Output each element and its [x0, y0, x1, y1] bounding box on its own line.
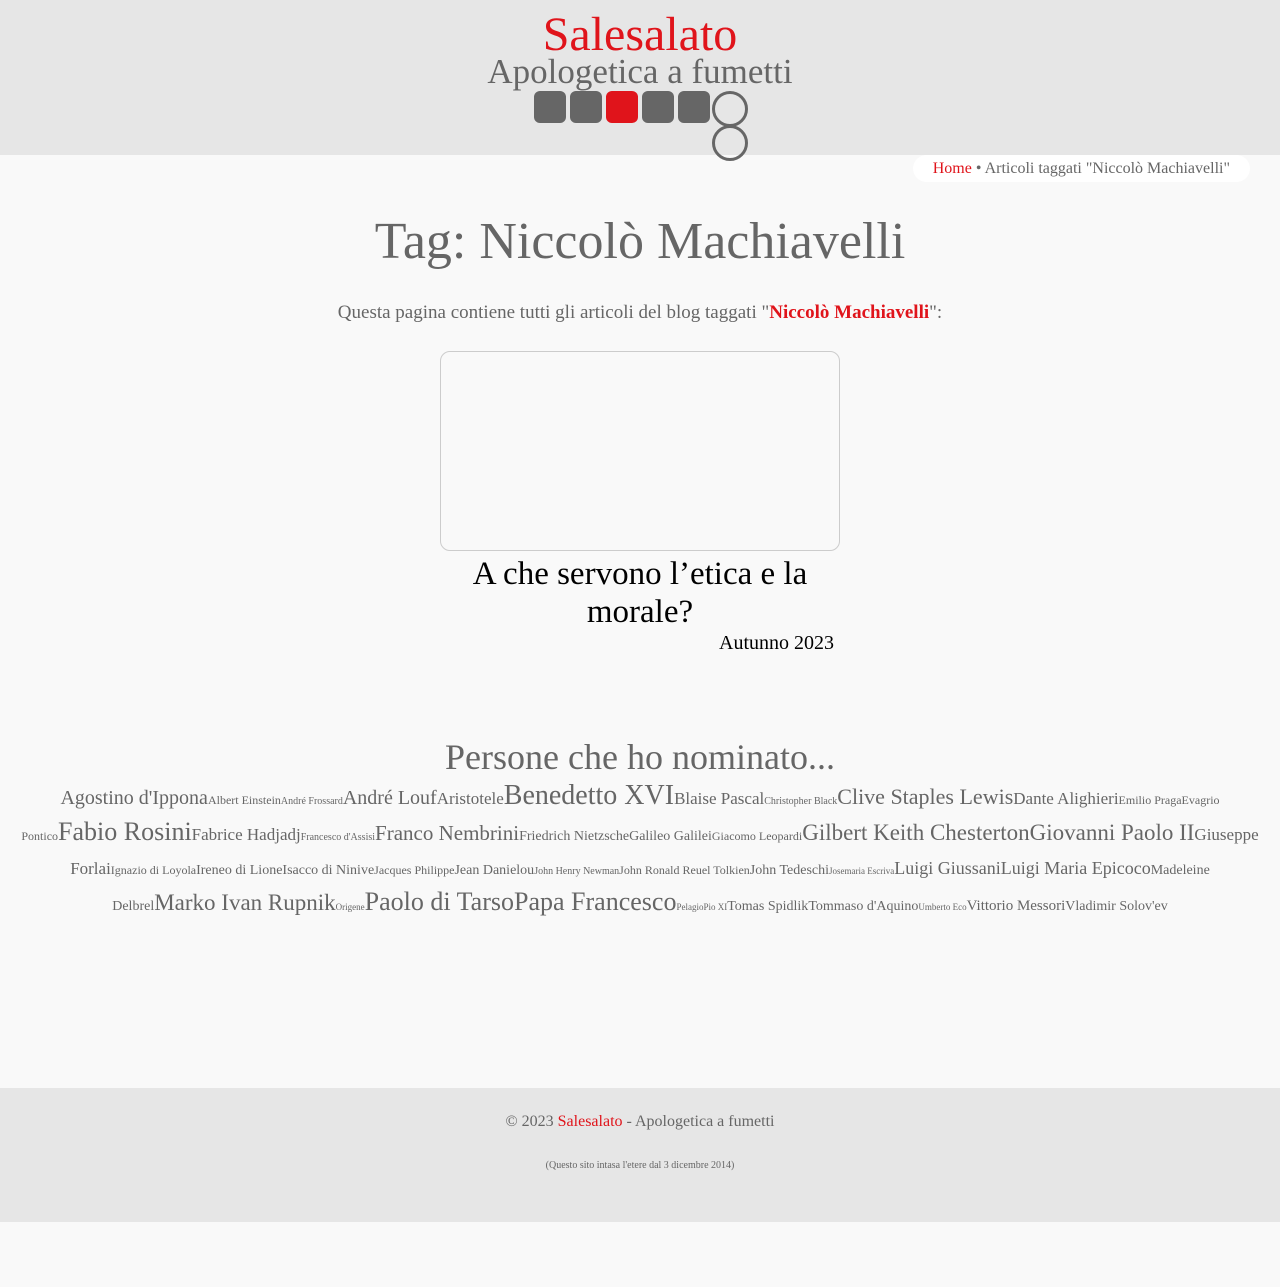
intro-text-before: Questa pagina contiene tutti gli articol…	[337, 302, 770, 323]
tag-cloud-link[interactable]: Benedetto XVI	[504, 780, 674, 811]
tag-cloud-link[interactable]: Emilio Praga	[1119, 793, 1182, 807]
tag-cloud-link[interactable]: Pio XI	[703, 902, 727, 912]
tag-cloud-link[interactable]: Dante Alighieri	[1013, 789, 1118, 808]
copyright-line: © 2023 Salesalato - Apologetica a fumett…	[0, 1112, 1280, 1132]
tag-cloud-link[interactable]: Jacques Philippe	[374, 863, 454, 877]
tag-cloud-link[interactable]: John Tedeschi	[750, 863, 829, 878]
tag-cloud-title: Persone che ho nominato...	[445, 737, 835, 777]
breadcrumb: Home • Articoli taggati "Niccolò Machiav…	[912, 155, 1250, 182]
nav-button-1[interactable]	[534, 91, 566, 123]
site-since-note: (Questo sito intasa l'etere dal 3 dicemb…	[545, 1160, 735, 1171]
tag-cloud-link[interactable]: André Louf	[343, 787, 437, 809]
tag-cloud-link[interactable]: Aristotele	[437, 789, 504, 808]
article-date: Autunno 2023	[719, 632, 834, 654]
breadcrumb-home-link[interactable]: Home	[933, 160, 972, 177]
tag-cloud-link[interactable]: Isacco di Ninive	[282, 863, 374, 878]
tag-cloud-link[interactable]: Ignazio di Loyola	[111, 863, 196, 877]
tag-cloud-link[interactable]: Francesco d'Assisi	[301, 832, 375, 843]
copyright-prefix: © 2023	[505, 1113, 554, 1130]
search-ring-icon[interactable]	[712, 91, 748, 127]
tag-cloud-link[interactable]: Christopher Black	[764, 796, 837, 807]
tag-cloud-link[interactable]: John Henry Newman	[534, 866, 619, 877]
tag-cloud-link[interactable]: Blaise Pascal	[674, 789, 764, 808]
tag-cloud-link[interactable]: Franco Nembrini	[375, 821, 519, 845]
tag-cloud-link[interactable]: Umberto Eco	[918, 902, 966, 912]
tag-cloud-link[interactable]: Jean Danielou	[454, 863, 534, 878]
tag-cloud-link[interactable]: Pelagio	[676, 902, 703, 912]
tag-cloud-link[interactable]: Friedrich Nietzsche	[519, 829, 629, 844]
tag-cloud-link[interactable]: Clive Staples Lewis	[837, 784, 1013, 809]
tag-cloud-link[interactable]: Paolo di Tarso	[365, 887, 514, 916]
tag-cloud-link[interactable]: Luigi Maria Epicoco	[1001, 858, 1151, 878]
tag-intro: Questa pagina contiene tutti gli articol…	[0, 301, 1280, 325]
tag-cloud-link[interactable]: Josemaria Escriva	[829, 866, 894, 876]
tag-cloud-link[interactable]: Fabio Rosini	[58, 817, 192, 846]
nav-button-2[interactable]	[570, 91, 602, 123]
tag-cloud-link[interactable]: Giovanni Paolo II	[1030, 820, 1195, 845]
tag-cloud-link[interactable]: Fabrice Hadjadj	[192, 825, 301, 844]
article-title-link[interactable]: A che servono l’etica e la morale?	[440, 555, 840, 631]
tag-cloud-link[interactable]: Giacomo Leopardi	[712, 829, 802, 843]
site-header: Salesalato Apologetica a fumetti	[0, 0, 1280, 161]
footer-site-link[interactable]: Salesalato	[558, 1113, 623, 1130]
tag-cloud-link[interactable]: Tommaso d'Aquino	[808, 899, 918, 914]
tag-cloud-link[interactable]: Albert Einstein	[208, 793, 281, 807]
nav-button-5[interactable]	[678, 91, 710, 123]
tag-cloud-link[interactable]: Ireneo di Lione	[196, 863, 282, 878]
tag-cloud-link[interactable]: Luigi Giussani	[894, 858, 1001, 878]
tag-cloud-link[interactable]: Vladimir Solov'ev	[1065, 899, 1167, 914]
tag-cloud-link[interactable]: Papa Francesco	[514, 887, 676, 916]
menu-ring-icon[interactable]	[712, 125, 748, 161]
intro-tag-name: Niccolò Machiavelli	[769, 302, 930, 323]
tag-cloud-link[interactable]: Tomas Spidlik	[727, 899, 808, 914]
page-title: Tag: Niccolò Machiavelli	[374, 213, 906, 270]
tag-cloud-link[interactable]: Gilbert Keith Chesterton	[802, 820, 1029, 845]
intro-text-after: ":	[929, 302, 943, 323]
site-subtitle: Apologetica a fumetti	[487, 52, 793, 91]
nav-button-3-active[interactable]	[606, 91, 638, 123]
tag-cloud-link[interactable]: Marko Ivan Rupnik	[154, 890, 335, 915]
tag-cloud-link[interactable]: Vittorio Messori	[967, 898, 1066, 914]
tag-cloud-link[interactable]: Agostino d'Ippona	[60, 787, 207, 809]
tag-cloud: Agostino d'IpponaAlbert EinsteinAndré Fr…	[18, 781, 1262, 922]
tag-cloud-link[interactable]: Galileo Galilei	[629, 829, 712, 844]
tag-cloud-link[interactable]: Origene	[336, 902, 365, 912]
tag-cloud-link[interactable]: John Ronald Reuel Tolkien	[619, 863, 750, 877]
tag-cloud-link[interactable]: André Frossard	[281, 796, 343, 807]
nav-button-4[interactable]	[642, 91, 674, 123]
article-thumbnail[interactable]	[440, 351, 840, 551]
breadcrumb-separator: •	[975, 160, 982, 177]
site-footer: © 2023 Salesalato - Apologetica a fumett…	[0, 1088, 1280, 1222]
breadcrumb-current: Articoli taggati "Niccolò Machiavelli"	[984, 160, 1230, 177]
copyright-suffix: - Apologetica a fumetti	[626, 1113, 775, 1130]
